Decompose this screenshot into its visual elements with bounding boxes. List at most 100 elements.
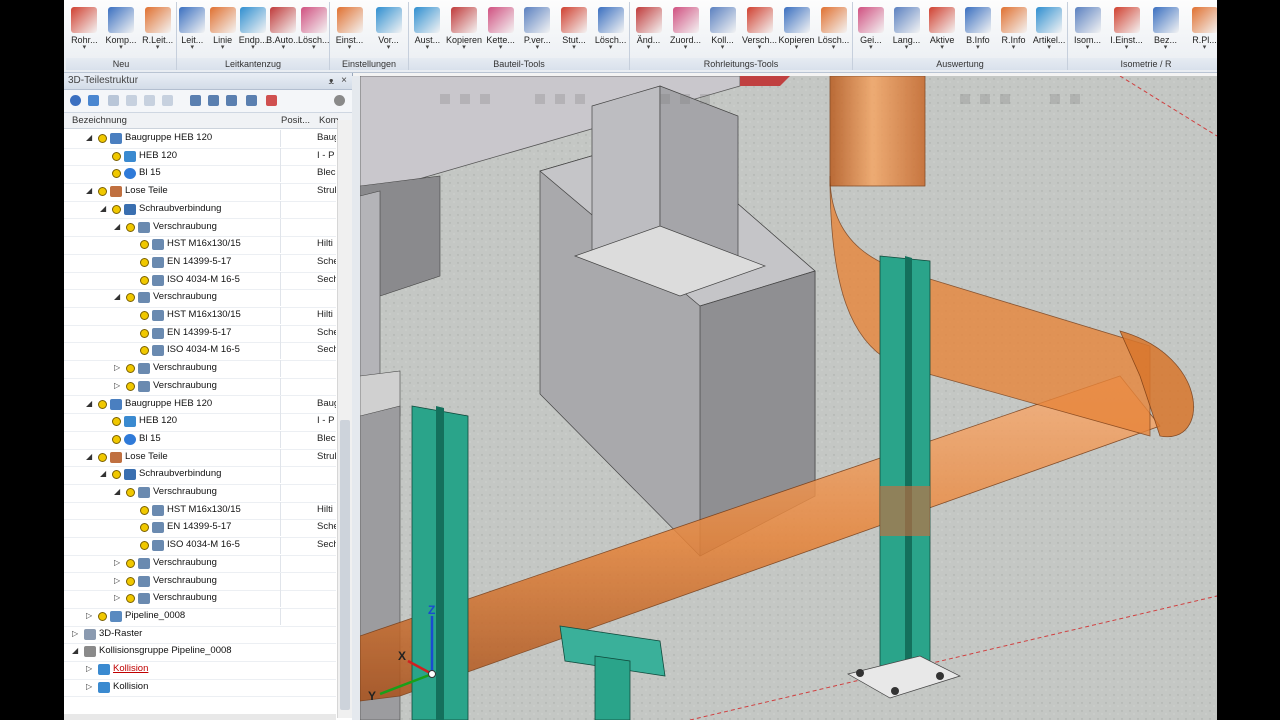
gear-icon[interactable] (334, 95, 345, 106)
ribbon-button-3-0[interactable]: Aust... ▾ (409, 5, 445, 55)
tree-row[interactable]: ▷ Verschraubung (64, 590, 336, 609)
expander-icon[interactable]: ▷ (86, 682, 92, 691)
tree-row[interactable]: ◢ Verschraubung (64, 289, 336, 308)
chevron-down-icon[interactable]: ▾ (483, 44, 519, 51)
tree-row[interactable]: ◢ Lose Teile Strul (64, 183, 336, 202)
chevron-down-icon[interactable]: ▾ (924, 44, 960, 51)
chevron-down-icon[interactable]: ▾ (705, 44, 741, 51)
close-icon[interactable]: × (341, 73, 347, 89)
ribbon-button-0-2[interactable]: R.Leit... ▾ (140, 5, 176, 55)
tree-horizontal-scrollbar[interactable] (64, 714, 336, 720)
chevron-down-icon[interactable]: ▾ (556, 44, 592, 51)
ribbon-button-4-1[interactable]: Zuord... ▾ (668, 5, 704, 55)
chevron-down-icon[interactable]: ▾ (1109, 44, 1145, 51)
tree-row[interactable]: ▷ Verschraubung (64, 572, 336, 592)
chevron-down-icon[interactable]: ▾ (519, 44, 555, 51)
tree-row[interactable]: ◢ Baugruppe HEB 120 Baug (64, 130, 336, 149)
ribbon-button-6-1[interactable]: I.Einst... ▾ (1109, 5, 1145, 55)
ribbon-button-5-2[interactable]: Aktive ▾ (924, 5, 960, 55)
chevron-down-icon[interactable]: ▾ (1148, 44, 1184, 51)
tree-row[interactable]: ◢ Schraubverbindung (64, 466, 336, 485)
chevron-down-icon[interactable]: ▾ (332, 44, 368, 51)
tree-row[interactable]: ▷ Verschraubung (64, 377, 336, 397)
scrollbar-thumb[interactable] (340, 420, 350, 710)
tree-row[interactable]: ISO 4034-M 16-5 Sech (64, 537, 336, 556)
expander-icon[interactable]: ◢ (114, 222, 120, 231)
chevron-down-icon[interactable]: ▾ (742, 44, 778, 51)
chevron-down-icon[interactable]: ▾ (296, 44, 332, 51)
ribbon-button-6-3[interactable]: R.Pl... ▾ (1187, 5, 1218, 55)
tree-row[interactable]: Bl 15 Blec (64, 430, 336, 450)
doc3-icon[interactable] (144, 95, 155, 106)
tree-row[interactable]: HEB 120 I - P (64, 413, 336, 432)
tree-row[interactable]: ◢ Baugruppe HEB 120 Baug (64, 395, 336, 415)
chevron-down-icon[interactable]: ▾ (140, 44, 176, 51)
chevron-down-icon[interactable]: ▾ (1031, 44, 1067, 51)
expander-icon[interactable]: ▷ (114, 363, 120, 372)
tree-row[interactable]: EN 14399-5-17 Sche (64, 253, 336, 273)
expander-icon[interactable]: ▷ (86, 611, 92, 620)
tree-expand-icon[interactable] (190, 95, 201, 106)
ribbon-button-5-4[interactable]: R.Info ▾ (996, 5, 1032, 55)
expander-icon[interactable]: ◢ (86, 186, 92, 195)
ribbon-button-5-3[interactable]: B.Info ▾ (960, 5, 996, 55)
chevron-down-icon[interactable]: ▾ (371, 44, 407, 51)
expander-icon[interactable]: ◢ (86, 133, 92, 142)
doc2-icon[interactable] (126, 95, 137, 106)
chevron-down-icon[interactable]: ▾ (446, 44, 482, 51)
expander-icon[interactable]: ▷ (72, 629, 78, 638)
splitter[interactable] (352, 76, 360, 720)
ribbon-button-3-4[interactable]: Stut... ▾ (556, 5, 592, 55)
doc-icon[interactable] (108, 95, 119, 106)
expander-icon[interactable]: ▷ (114, 381, 120, 390)
ribbon-button-3-3[interactable]: P.ver... ▾ (519, 5, 555, 55)
ribbon-button-0-1[interactable]: Komp... ▾ (103, 5, 139, 55)
ribbon-button-4-4[interactable]: Kopieren ▾ (779, 5, 815, 55)
column-position-header[interactable]: Posit... (281, 115, 310, 126)
tree-row[interactable]: HST M16x130/15 Hilti (64, 307, 336, 326)
tree-row[interactable]: ▷ 3D-Raster (64, 626, 336, 645)
chevron-down-icon[interactable]: ▾ (668, 44, 704, 51)
tree-row[interactable]: ▷ Kollision (64, 679, 336, 698)
column-name-header[interactable]: Bezeichnung (72, 115, 127, 126)
search-icon[interactable] (70, 95, 81, 106)
tree-row[interactable]: Bl 15 Blec (64, 165, 336, 185)
tree-row[interactable]: HST M16x130/15 Hilti (64, 501, 336, 521)
ribbon-button-6-0[interactable]: Isom... ▾ (1070, 5, 1106, 55)
tree-row[interactable]: ▷ Verschraubung (64, 360, 336, 379)
ribbon-button-1-4[interactable]: Lösch... ▾ (296, 5, 332, 55)
ribbon-button-5-0[interactable]: Gei... ▾ (853, 5, 889, 55)
chevron-down-icon[interactable]: ▾ (1070, 44, 1106, 51)
tree-collapse-icon[interactable] (208, 95, 219, 106)
doc4-icon[interactable] (162, 95, 173, 106)
tree-row[interactable]: ▷ Verschraubung (64, 554, 336, 574)
expander-icon[interactable]: ◢ (86, 452, 92, 461)
ribbon-button-6-2[interactable]: Bez... ▾ (1148, 5, 1184, 55)
tree-row[interactable]: HEB 120 I - P (64, 147, 336, 167)
chevron-down-icon[interactable]: ▾ (103, 44, 139, 51)
chevron-down-icon[interactable]: ▾ (816, 44, 852, 51)
ribbon-button-2-1[interactable]: Vor... ▾ (371, 5, 407, 55)
filter-icon[interactable] (88, 95, 99, 106)
chevron-down-icon[interactable]: ▾ (631, 44, 667, 51)
tree-row[interactable]: ▷ Pipeline_0008 (64, 607, 336, 627)
chevron-down-icon[interactable]: ▾ (66, 44, 102, 51)
chevron-down-icon[interactable]: ▾ (996, 44, 1032, 51)
chevron-down-icon[interactable]: ▾ (1187, 44, 1218, 51)
pin-icon[interactable]: ᴥ (329, 73, 334, 89)
chevron-down-icon[interactable]: ▾ (960, 44, 996, 51)
tree-row[interactable]: HST M16x130/15 Hilti (64, 236, 336, 255)
tree-row[interactable]: ▷ Kollision (64, 661, 336, 680)
chevron-down-icon[interactable]: ▾ (409, 44, 445, 51)
expander-icon[interactable]: ◢ (72, 646, 78, 655)
ribbon-button-5-5[interactable]: Artikel... ▾ (1031, 5, 1067, 55)
expander-icon[interactable]: ◢ (100, 204, 106, 213)
chevron-down-icon[interactable]: ▾ (853, 44, 889, 51)
ribbon-button-4-3[interactable]: Versch... ▾ (742, 5, 778, 55)
tree-level-icon[interactable] (226, 95, 237, 106)
column-kom-header[interactable]: Kom (319, 115, 339, 126)
expander-icon[interactable]: ◢ (114, 292, 120, 301)
tree-row[interactable]: ◢ Kollisionsgruppe Pipeline_0008 (64, 643, 336, 662)
tree-row[interactable]: ISO 4034-M 16-5 Sech (64, 271, 336, 291)
expander-icon[interactable]: ▷ (114, 593, 120, 602)
